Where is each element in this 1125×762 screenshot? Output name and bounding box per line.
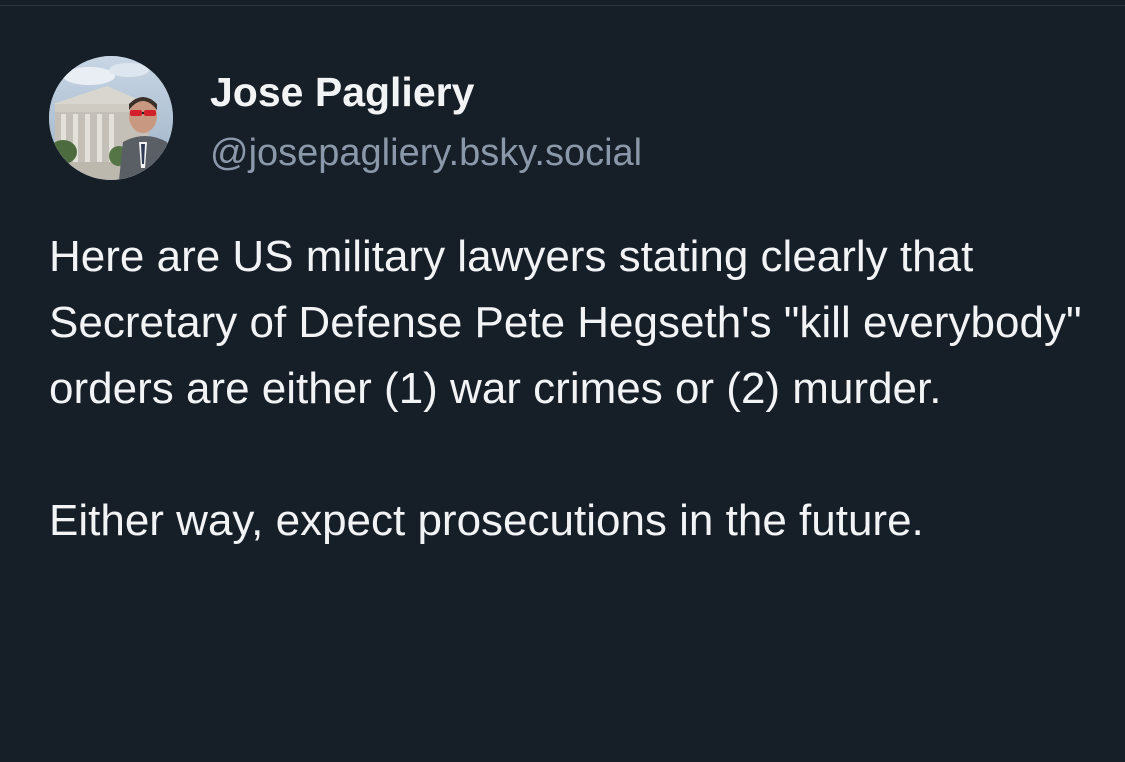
author-handle[interactable]: @josepagliery.bsky.social xyxy=(210,129,642,177)
profile-photo-icon xyxy=(49,56,173,180)
avatar[interactable] xyxy=(49,56,173,180)
author-name[interactable]: Jose Pagliery xyxy=(210,66,474,118)
post-text: Here are US military lawyers stating cle… xyxy=(49,224,1099,554)
post-paragraph: Either way, expect prosecutions in the f… xyxy=(49,496,924,545)
post-card: Jose Pagliery @josepagliery.bsky.social … xyxy=(0,0,1125,762)
post-paragraph: Here are US military lawyers stating cle… xyxy=(49,232,1082,413)
